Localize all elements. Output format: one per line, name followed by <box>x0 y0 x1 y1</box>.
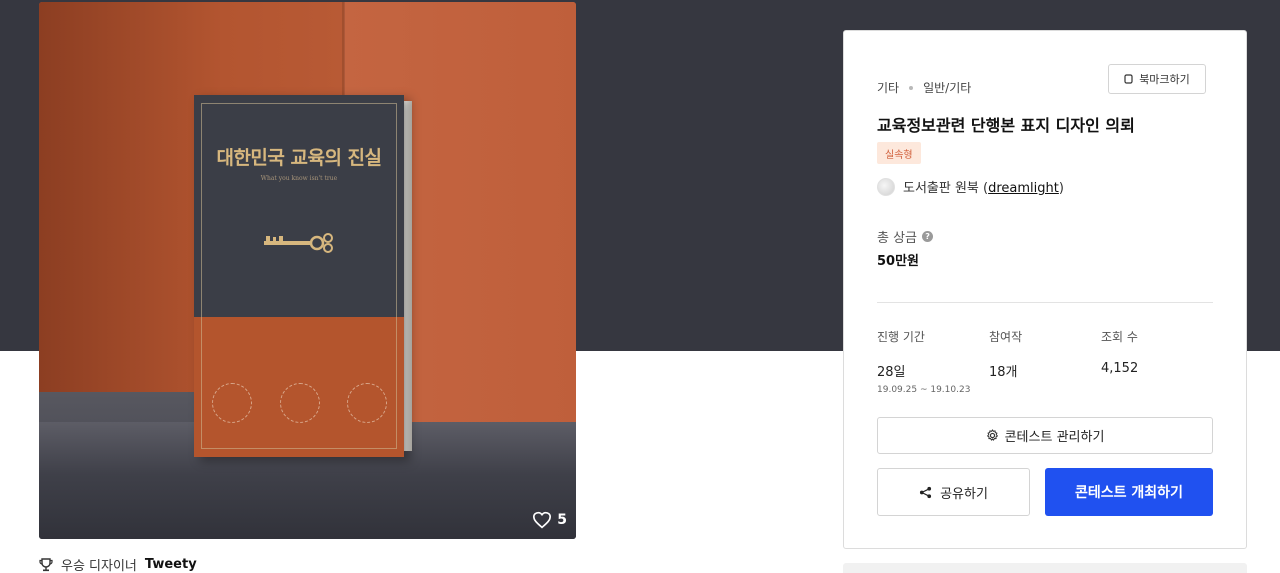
share-label: 공유하기 <box>940 486 988 502</box>
stat-participants-label: 참여작 <box>989 330 1023 344</box>
manage-contest-button[interactable]: 콘테스트 관리하기 <box>877 417 1213 454</box>
stat-views-label: 조회 수 <box>1101 330 1138 344</box>
breadcrumb-item-subcategory[interactable]: 일반/기타 <box>923 79 971 96</box>
breadcrumb-item-category[interactable]: 기타 <box>877 79 899 96</box>
host-handle-link[interactable]: dreamlight <box>988 181 1059 196</box>
prize-label-text: 총 상금 <box>877 231 918 246</box>
winner-line: 우승 디자이너 Tweety <box>39 555 197 573</box>
bookmark-icon <box>1124 74 1133 84</box>
divider <box>877 302 1213 303</box>
book-cover: 대한민국 교육의 진실 What you know isn't true <box>194 95 404 457</box>
host-name: 도서출판 원북 ( <box>903 181 989 196</box>
next-panel-edge <box>843 563 1247 573</box>
breadcrumb: 기타 일반/기타 <box>877 79 971 96</box>
stat-views: 조회 수 4,152 <box>1101 328 1138 376</box>
stat-period-value: 28일 <box>877 365 906 380</box>
manage-contest-label: 콘테스트 관리하기 <box>1004 430 1105 445</box>
share-button[interactable]: 공유하기 <box>877 468 1030 516</box>
heart-icon <box>533 511 552 529</box>
stat-period-label: 진행 기간 <box>877 330 925 344</box>
stat-period: 진행 기간 28일 19.09.25 ~ 19.10.23 <box>877 328 970 395</box>
stat-participants-value: 18개 <box>989 365 1018 380</box>
prize-label: 총 상금 ? <box>877 227 934 246</box>
laurel-icon <box>347 383 387 423</box>
prize-value: 50만원 <box>877 254 920 269</box>
stat-period-range: 19.09.25 ~ 19.10.23 <box>877 385 971 395</box>
like-count: 5 <box>557 512 567 528</box>
stat-participants: 참여작 18개 <box>989 328 1022 380</box>
host-contest-button[interactable]: 콘테스트 개최하기 <box>1045 468 1213 516</box>
host-handle-suffix: ) <box>1058 181 1064 196</box>
winner-name[interactable]: Tweety <box>145 557 197 572</box>
help-icon[interactable]: ? <box>922 231 934 242</box>
like-button[interactable]: 5 <box>532 511 567 529</box>
trophy-icon <box>39 557 53 571</box>
winner-label: 우승 디자이너 <box>61 559 137 573</box>
entry-image[interactable]: 대한민국 교육의 진실 What you know isn't true 5 <box>39 2 576 539</box>
book-award-laurels <box>212 383 387 423</box>
host-info: 도서출판 원북 (dreamlight) <box>877 177 1064 196</box>
breadcrumb-separator <box>909 85 914 90</box>
tier-badge: 실속형 <box>877 142 921 164</box>
contest-info-panel: 기타 일반/기타 북마크하기 교육정보관련 단행본 표지 디자인 의뢰 실속형 … <box>843 30 1247 549</box>
laurel-icon <box>212 383 252 423</box>
host-avatar <box>877 177 895 196</box>
laurel-icon <box>279 383 320 423</box>
share-icon <box>920 486 932 498</box>
key-icon <box>264 233 333 253</box>
bookmark-label: 북마크하기 <box>1139 73 1190 86</box>
contest-title: 교육정보관련 단행본 표지 디자인 의뢰 <box>877 116 1135 135</box>
book-title: 대한민국 교육의 진실 <box>216 147 382 169</box>
gear-icon <box>986 429 998 441</box>
book-subtitle: What you know isn't true <box>260 175 338 182</box>
stat-views-value: 4,152 <box>1101 361 1139 376</box>
bookmark-button[interactable]: 북마크하기 <box>1108 64 1206 94</box>
book-mockup: 대한민국 교육의 진실 What you know isn't true <box>194 95 412 457</box>
